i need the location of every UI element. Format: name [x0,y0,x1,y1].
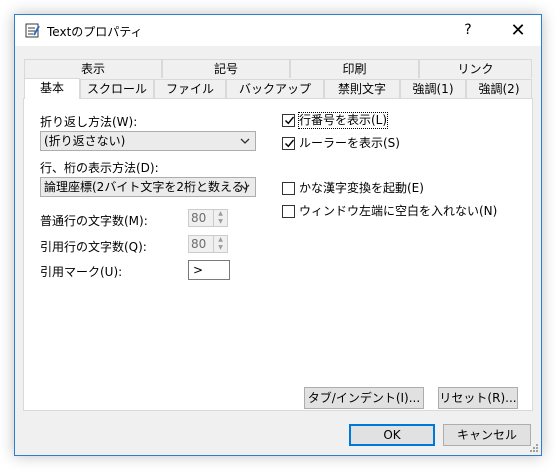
spin-down-icon[interactable]: ▼ [214,218,227,226]
cancel-button[interactable]: キャンセル [443,424,531,446]
normal-line-width-value: 80 [191,211,207,225]
tab-basic[interactable]: 基本 [24,78,80,99]
coord-display-value: 論理座標(2バイト文字を2桁と数える) [44,180,249,194]
spinner-buttons: ▲ ▼ [213,236,227,252]
tab-row-back: 表示 記号 印刷 リンク [24,59,532,78]
checkbox-box [282,114,295,127]
ok-button[interactable]: OK [349,424,435,446]
tab-symbols[interactable]: 記号 [162,59,290,78]
resize-grip-icon[interactable] [528,442,538,452]
wrap-method-label: 折り返し方法(W): [40,115,138,129]
title-bar[interactable]: Textのプロパティ ? ✕ [15,15,541,46]
checkbox-box [282,137,295,150]
quote-line-width-spinner[interactable]: 80 ▲ ▼ [188,235,228,253]
notepad-icon [25,23,40,38]
check-icon [285,139,295,148]
show-ruler-label: ルーラーを表示(S) [299,136,400,150]
tab-row-front: 基本 スクロール ファイル バックアップ 禁則文字 強調(1) 強調(2) [24,78,532,99]
tab-backup[interactable]: バックアップ [226,79,324,98]
chevron-down-icon [240,184,250,190]
wrap-method-select[interactable]: (折り返さない) [40,131,256,151]
quote-line-width-label: 引用行の文字数(Q): [40,240,147,254]
tab-panel-basic: 折り返し方法(W): (折り返さない) 行、桁の表示方法(D): 論理座標(2バ… [23,98,533,411]
wrap-method-value: (折り返さない) [44,134,126,148]
spinner-buttons: ▲ ▼ [213,210,227,226]
checkbox-box [282,205,295,218]
quote-line-width-value: 80 [191,237,207,251]
checkbox-box [282,182,295,195]
quote-mark-input[interactable]: > [188,260,230,280]
tab-indent-button[interactable]: タブ/インデント(I)... [304,387,424,409]
tab-file[interactable]: ファイル [154,79,226,98]
check-icon [285,116,295,125]
spin-up-icon[interactable]: ▲ [214,236,227,244]
tab-display[interactable]: 表示 [24,59,162,78]
show-line-numbers-label: 行番号を表示(L) [297,112,389,129]
tab-link[interactable]: リンク [419,59,532,78]
no-left-margin-label: ウィンドウ左端に空白を入れない(N) [299,204,498,218]
tab-scroll[interactable]: スクロール [80,79,154,98]
coord-display-label: 行、桁の表示方法(D): [40,161,159,175]
normal-line-width-spinner[interactable]: 80 ▲ ▼ [188,209,228,227]
chevron-down-icon [240,138,250,144]
close-button[interactable]: ✕ [495,15,541,46]
properties-dialog: Textのプロパティ ? ✕ 表示 記号 印刷 リンク 基本 スクロール ファイ… [14,14,542,456]
spin-up-icon[interactable]: ▲ [214,210,227,218]
tab-emphasis-1[interactable]: 強調(1) [400,79,466,98]
tab-print[interactable]: 印刷 [290,59,419,78]
window-title: Textのプロパティ [47,25,143,39]
help-button[interactable]: ? [445,15,491,46]
tab-kinsoku[interactable]: 禁則文字 [324,79,400,98]
tab-emphasis-2[interactable]: 強調(2) [466,79,532,98]
normal-line-width-label: 普通行の文字数(M): [40,214,148,228]
quote-mark-label: 引用マーク(U): [40,265,123,279]
ime-startup-label: かな漢字変換を起動(E) [299,181,424,195]
spin-down-icon[interactable]: ▼ [214,244,227,252]
coord-display-select[interactable]: 論理座標(2バイト文字を2桁と数える) [40,177,256,197]
reset-button[interactable]: リセット(R)... [438,387,518,409]
